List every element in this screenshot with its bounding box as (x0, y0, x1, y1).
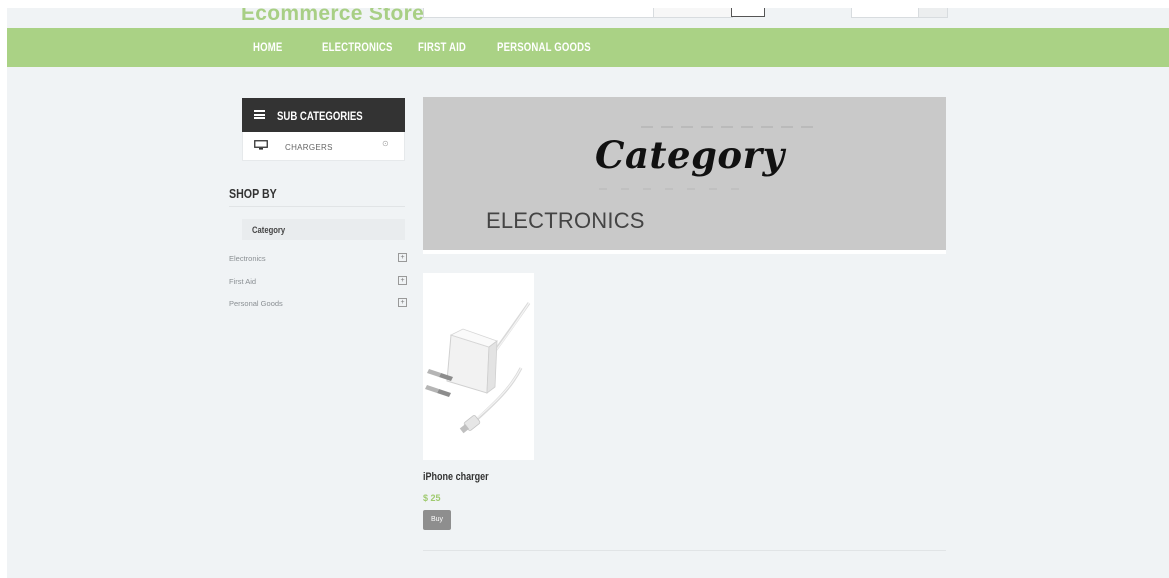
radio-circle-icon: ⊙ (382, 139, 389, 148)
monitor-icon (254, 140, 268, 150)
banner-decoration (599, 188, 751, 190)
divider (229, 206, 405, 207)
nav-item-first-aid[interactable]: FIRST AID (418, 40, 466, 54)
cart-button[interactable] (918, 8, 948, 18)
filter-label: Electronics (229, 254, 266, 263)
filter-item-electronics[interactable]: Electronics + (229, 253, 407, 267)
search-button[interactable] (731, 8, 765, 17)
nav-item-home[interactable]: HOME (253, 40, 282, 54)
category-banner: Category ELECTRONICS (423, 97, 946, 254)
store-logo-text[interactable]: Ecommerce Store (241, 8, 424, 26)
banner-decoration (641, 126, 817, 128)
top-header: Ecommerce Store (7, 8, 1169, 28)
product-price: $ 25 (423, 493, 441, 503)
main-navbar: HOME ELECTRONICS FIRST AID PERSONAL GOOD… (7, 28, 1169, 67)
nav-item-electronics[interactable]: ELECTRONICS (322, 40, 393, 54)
plus-square-icon[interactable]: + (398, 253, 407, 262)
page: Ecommerce Store HOME ELECTRONICS FIRST A… (7, 8, 1169, 578)
product-name[interactable]: iPhone charger (423, 471, 489, 483)
subcategory-item-chargers[interactable]: CHARGERS ⊙ (242, 132, 405, 161)
search-category-select[interactable] (653, 8, 733, 18)
filter-item-first-aid[interactable]: First Aid + (229, 276, 407, 290)
subcategory-label: CHARGERS (285, 143, 333, 152)
search-input[interactable] (423, 8, 655, 18)
category-heading: ELECTRONICS (486, 208, 645, 233)
buy-button[interactable]: Buy (423, 510, 451, 530)
subcategories-title: SUB CATEGORIES (277, 109, 363, 123)
shop-by-title: SHOP BY (229, 186, 277, 201)
product-card[interactable] (423, 273, 534, 460)
product-image[interactable] (423, 273, 534, 460)
filter-item-personal-goods[interactable]: Personal Goods + (229, 298, 407, 312)
nav-item-personal-goods[interactable]: PERSONAL GOODS (497, 40, 591, 54)
subcategories-header: SUB CATEGORIES (242, 98, 405, 132)
category-filter-header: Category (242, 219, 405, 240)
plus-square-icon[interactable]: + (398, 298, 407, 307)
category-filter-label: Category (252, 225, 286, 235)
divider (423, 550, 946, 551)
banner-script-text: Category (595, 133, 785, 177)
filter-label: Personal Goods (229, 299, 283, 308)
account-box[interactable] (851, 8, 919, 18)
menu-icon (254, 110, 265, 119)
plus-square-icon[interactable]: + (398, 276, 407, 285)
filter-label: First Aid (229, 277, 257, 286)
